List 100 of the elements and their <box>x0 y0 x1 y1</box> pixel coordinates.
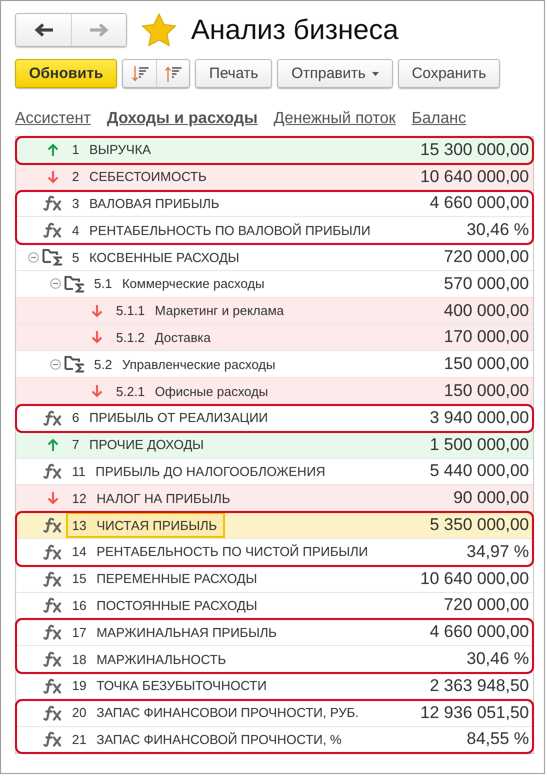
tab[interactable]: Баланс <box>412 110 466 128</box>
function-icon <box>43 570 63 587</box>
row-name: НАЛОГ НА ПРИБЫЛЬ <box>96 490 230 506</box>
arrow-left-icon <box>34 23 54 37</box>
row-value: 400 000,00 <box>442 300 530 322</box>
row-name: ТОЧКА БЕЗУБЫТОЧНОСТИ <box>96 678 267 694</box>
row-value: 12 936 051,50 <box>419 702 530 724</box>
caret-icon <box>372 72 379 76</box>
table-row[interactable]: 13 ЧИСТАЯ ПРИБЫЛЬ 5 350 000,00 <box>16 512 533 539</box>
table-row[interactable]: 1 ВЫРУЧКА 15 300 000,00 <box>16 137 533 164</box>
function-icon <box>43 410 63 426</box>
row-value: 720 000,00 <box>442 594 530 616</box>
collapse-icon[interactable] <box>50 358 60 370</box>
row-value: 30,46 % <box>466 219 530 242</box>
row-value: 4 660 000,00 <box>428 192 530 214</box>
row-name: ЗАПАС ФИНАНСОВОИ ПРОЧНОСТИ, РУБ. <box>96 705 359 720</box>
table-row[interactable]: 20 ЗАПАС ФИНАНСОВОИ ПРОЧНОСТИ, РУБ. 12 936 051,50 <box>16 700 533 727</box>
row-name: ПЕРЕМЕННЫЕ РАСХОДЫ <box>96 571 258 586</box>
function-icon <box>43 544 63 560</box>
row-name: РЕНТАБЕЛЬНОСТЬ ПО ЧИСТОЙ ПРИБЫЛИ <box>96 544 368 560</box>
tab[interactable]: Денежный поток <box>274 110 396 128</box>
row-value: 4 660 000,00 <box>428 621 530 644</box>
arrow-down-icon <box>91 304 103 318</box>
function-icon <box>43 222 63 238</box>
collapse-icon[interactable] <box>50 278 60 290</box>
row-value: 90 000,00 <box>452 487 530 510</box>
row-number: 12 <box>72 490 86 506</box>
row-name: Офисные расходы <box>154 384 268 399</box>
row-number: 15 <box>72 571 86 586</box>
arrow-up-icon <box>47 438 59 452</box>
toolbar-button[interactable]: Печать <box>195 59 272 88</box>
table-row[interactable]: 2 СЕБЕСТОИМОСТЬ 10 640 000,00 <box>16 164 533 191</box>
arrow-up-icon <box>47 142 59 157</box>
function-icon <box>43 195 63 212</box>
row-number: 5.1.2 <box>116 330 145 345</box>
arrow-down-icon <box>91 384 103 398</box>
window-title: Анализ бизнеса <box>191 14 398 46</box>
row-value: 10 640 000,00 <box>419 568 530 590</box>
function-icon <box>43 731 63 748</box>
row-number: 13 <box>72 518 86 533</box>
folder-sum-icon <box>64 355 86 374</box>
row-value: 1 500 000,00 <box>428 434 530 456</box>
row-number: 14 <box>72 544 86 560</box>
row-name: РЕНТАБЕЛЬНОСТЬ ПО ВАЛОВОЙ ПРИБЫЛИ <box>89 222 370 238</box>
refresh-button[interactable]: Обновить <box>15 59 118 88</box>
row-value: 2 363 948,50 <box>428 674 530 697</box>
folder-sum-icon <box>64 274 86 293</box>
row-number: 16 <box>72 598 86 613</box>
toolbar-button[interactable]: Сохранить <box>398 59 500 88</box>
table-row[interactable]: 5.2.1 Офисные расходы 150 000,00 <box>16 378 533 405</box>
row-name: СЕБЕСТОИМОСТЬ <box>89 169 207 184</box>
function-icon <box>43 704 63 721</box>
tab[interactable]: Доходы и расходы <box>106 110 258 128</box>
row-name: КОСВЕННЫЕ РАСХОДЫ <box>89 250 240 265</box>
row-name: Управленческие расходы <box>122 356 276 372</box>
row-name: Маркетинг и реклама <box>154 303 284 318</box>
table-row[interactable]: 3 ВАЛОВАЯ ПРИБЫЛЬ 4 660 000,00 <box>16 190 533 218</box>
row-number: 21 <box>72 732 86 747</box>
row-name: ЗАПАС ФИНАНСОВОЙ ПРОЧНОСТИ, % <box>96 732 342 747</box>
row-name: ПРИБЫЛЬ ОТ РЕАЛИЗАЦИИ <box>89 410 268 426</box>
row-value: 570 000,00 <box>442 272 530 295</box>
row-number: 18 <box>72 652 86 667</box>
row-name: ВАЛОВАЯ ПРИБЫЛЬ <box>89 196 220 211</box>
row-name: МАРЖИНАЛЬНОСТЬ <box>96 652 226 667</box>
row-name: ПОСТОЯННЫЕ РАСХОДЫ <box>96 598 258 613</box>
table-row[interactable]: 5.1.1 Маркетинг и реклама 400 000,00 <box>16 298 533 325</box>
row-number: 11 <box>72 464 86 479</box>
row-number: 4 <box>72 222 80 238</box>
table-row[interactable]: 12 НАЛОГ НА ПРИБЫЛЬ 90 000,00 <box>16 485 533 512</box>
table-row[interactable]: 5.1.2 Доставка 170 000,00 <box>16 324 533 352</box>
collapse-icon[interactable] <box>28 252 38 263</box>
function-icon <box>43 597 63 614</box>
row-number: 1 <box>72 142 80 158</box>
table-row[interactable]: 11 ПРИБЫЛЬ ДО НАЛОГООБЛОЖЕНИЯ 5 440 000,00 <box>16 458 533 486</box>
row-number: 6 <box>72 410 80 426</box>
star-icon[interactable] <box>141 13 177 47</box>
row-name: ПРОЧИЕ ДОХОДЫ <box>89 437 204 452</box>
function-icon <box>43 678 63 694</box>
row-name: Доставка <box>154 330 211 345</box>
function-icon <box>43 517 63 534</box>
function-icon <box>43 463 63 480</box>
table-row[interactable]: 16 ПОСТОЯННЫЕ РАСХОДЫ 720 000,00 <box>16 592 533 620</box>
row-name: ПРИБЫЛЬ ДО НАЛОГООБЛОЖЕНИЯ <box>96 464 326 479</box>
row-value: 5 440 000,00 <box>428 460 530 482</box>
row-value: 10 640 000,00 <box>419 166 530 188</box>
folder-sum-icon <box>42 248 64 266</box>
row-number: 5.2 <box>94 356 112 372</box>
row-number: 3 <box>72 196 80 211</box>
row-value: 150 000,00 <box>442 353 530 376</box>
row-name: Коммерческие расходы <box>122 276 264 292</box>
function-icon <box>43 624 63 640</box>
table-row[interactable]: 21 ЗАПАС ФИНАНСОВОЙ ПРОЧНОСТИ, % 84,55 % <box>16 726 533 754</box>
row-number: 5.2.1 <box>116 384 145 399</box>
row-name: МАРЖИНАЛЬНАЯ ПРИБЫЛЬ <box>96 624 277 640</box>
arrow-right-icon <box>89 23 109 37</box>
function-icon <box>43 651 63 668</box>
menu-button[interactable]: Отправить <box>277 59 393 88</box>
table-row[interactable]: 7 ПРОЧИЕ ДОХОДЫ 1 500 000,00 <box>16 432 533 459</box>
row-value: 30,46 % <box>466 648 530 670</box>
tab[interactable]: Ассистент <box>15 110 91 128</box>
